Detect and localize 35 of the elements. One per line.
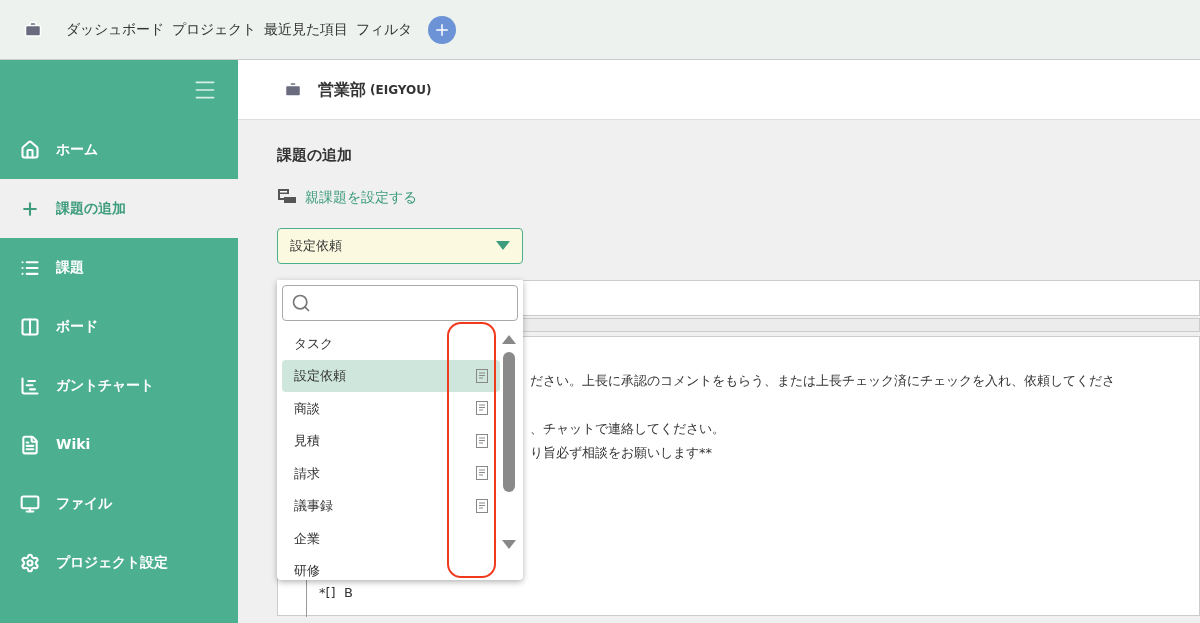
project-name: 営業部 <box>318 78 366 101</box>
description-line: り旨必ず相談をお願いします** <box>530 444 712 460</box>
dropdown-option[interactable]: 設定依頼 <box>282 359 500 392</box>
description-line: ださい。上長に承認のコメントをもらう、または上長チェック済にチェックを入れ、依頼してくださ <box>530 372 1115 388</box>
project-key: (EIGYOU) <box>370 80 432 99</box>
nav-link[interactable]: ダッシュボード <box>66 19 164 40</box>
dropdown-option[interactable]: 商談 <box>282 392 500 425</box>
gantt-chart-icon <box>20 375 40 396</box>
scrollbar-thumb[interactable] <box>503 352 515 492</box>
description-line: 、チャットで連絡してください。 <box>530 420 725 436</box>
nav-link[interactable]: フィルタ <box>356 19 412 40</box>
briefcase-icon[interactable] <box>24 20 42 39</box>
dropdown-arrow-icon <box>496 241 510 250</box>
scroll-up-icon <box>502 335 516 344</box>
briefcase-icon <box>284 80 302 99</box>
description-line: *[] B <box>319 584 353 600</box>
nav-link[interactable]: 最近見た項目 <box>264 19 348 40</box>
dropdown-option[interactable]: 議事録 <box>282 489 500 522</box>
search-icon <box>291 293 311 313</box>
document-icon <box>20 434 40 455</box>
board-icon <box>20 316 40 337</box>
dropdown-option[interactable]: 見積 <box>282 424 500 457</box>
nav-link[interactable]: プロジェクト <box>172 19 256 40</box>
dropdown-option[interactable]: 企業 <box>282 522 500 555</box>
page-title: 課題の追加 <box>277 145 353 166</box>
dropdown-search-field[interactable] <box>282 285 518 321</box>
dropdown-option[interactable]: 請求 <box>282 457 500 490</box>
scroll-down-icon <box>502 540 516 549</box>
settings-icon <box>20 552 40 573</box>
monitor-icon <box>20 493 40 514</box>
add-button[interactable] <box>428 15 456 44</box>
dropdown-option[interactable]: 研修 <box>282 554 500 587</box>
parent-issue-icon <box>277 188 297 206</box>
home-icon <box>20 139 40 160</box>
issue-type-select[interactable]: 設定依頼 <box>277 227 523 264</box>
